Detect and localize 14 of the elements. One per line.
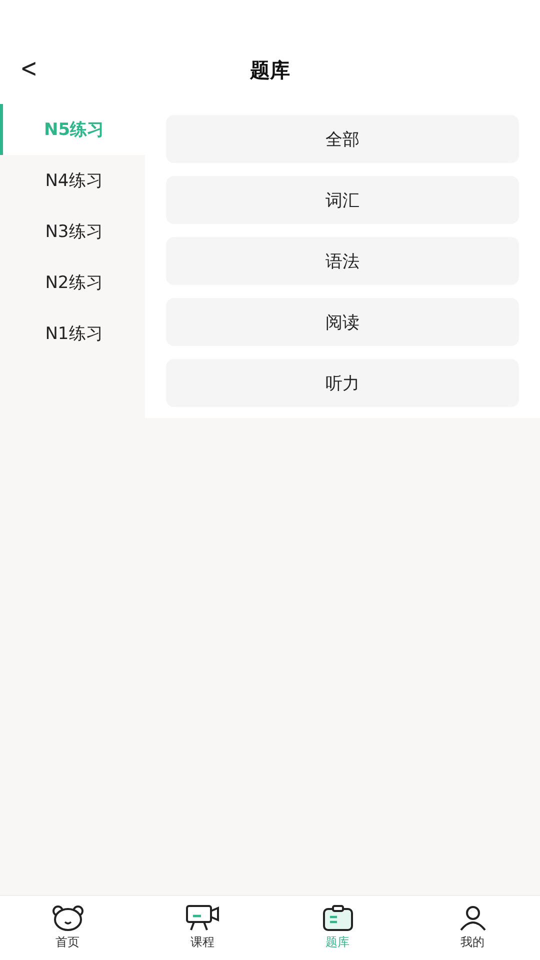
back-button[interactable]: < [16, 54, 41, 84]
person-icon [458, 905, 486, 931]
video-board-icon [186, 905, 220, 931]
tab-item[interactable]: 课程 [135, 896, 270, 960]
category-button[interactable]: 阅读 [166, 298, 519, 346]
tab-item[interactable]: 我的 [405, 896, 540, 960]
clipboard-icon [322, 905, 352, 931]
category-button[interactable]: 听力 [166, 359, 519, 407]
page-title: 题库 [250, 56, 290, 84]
category-button[interactable]: 全部 [166, 115, 519, 163]
category-button[interactable]: 语法 [166, 237, 519, 285]
category-button[interactable]: 词汇 [166, 176, 519, 224]
tab-item[interactable]: 首页 [0, 896, 135, 960]
bear-face-icon [52, 905, 84, 931]
